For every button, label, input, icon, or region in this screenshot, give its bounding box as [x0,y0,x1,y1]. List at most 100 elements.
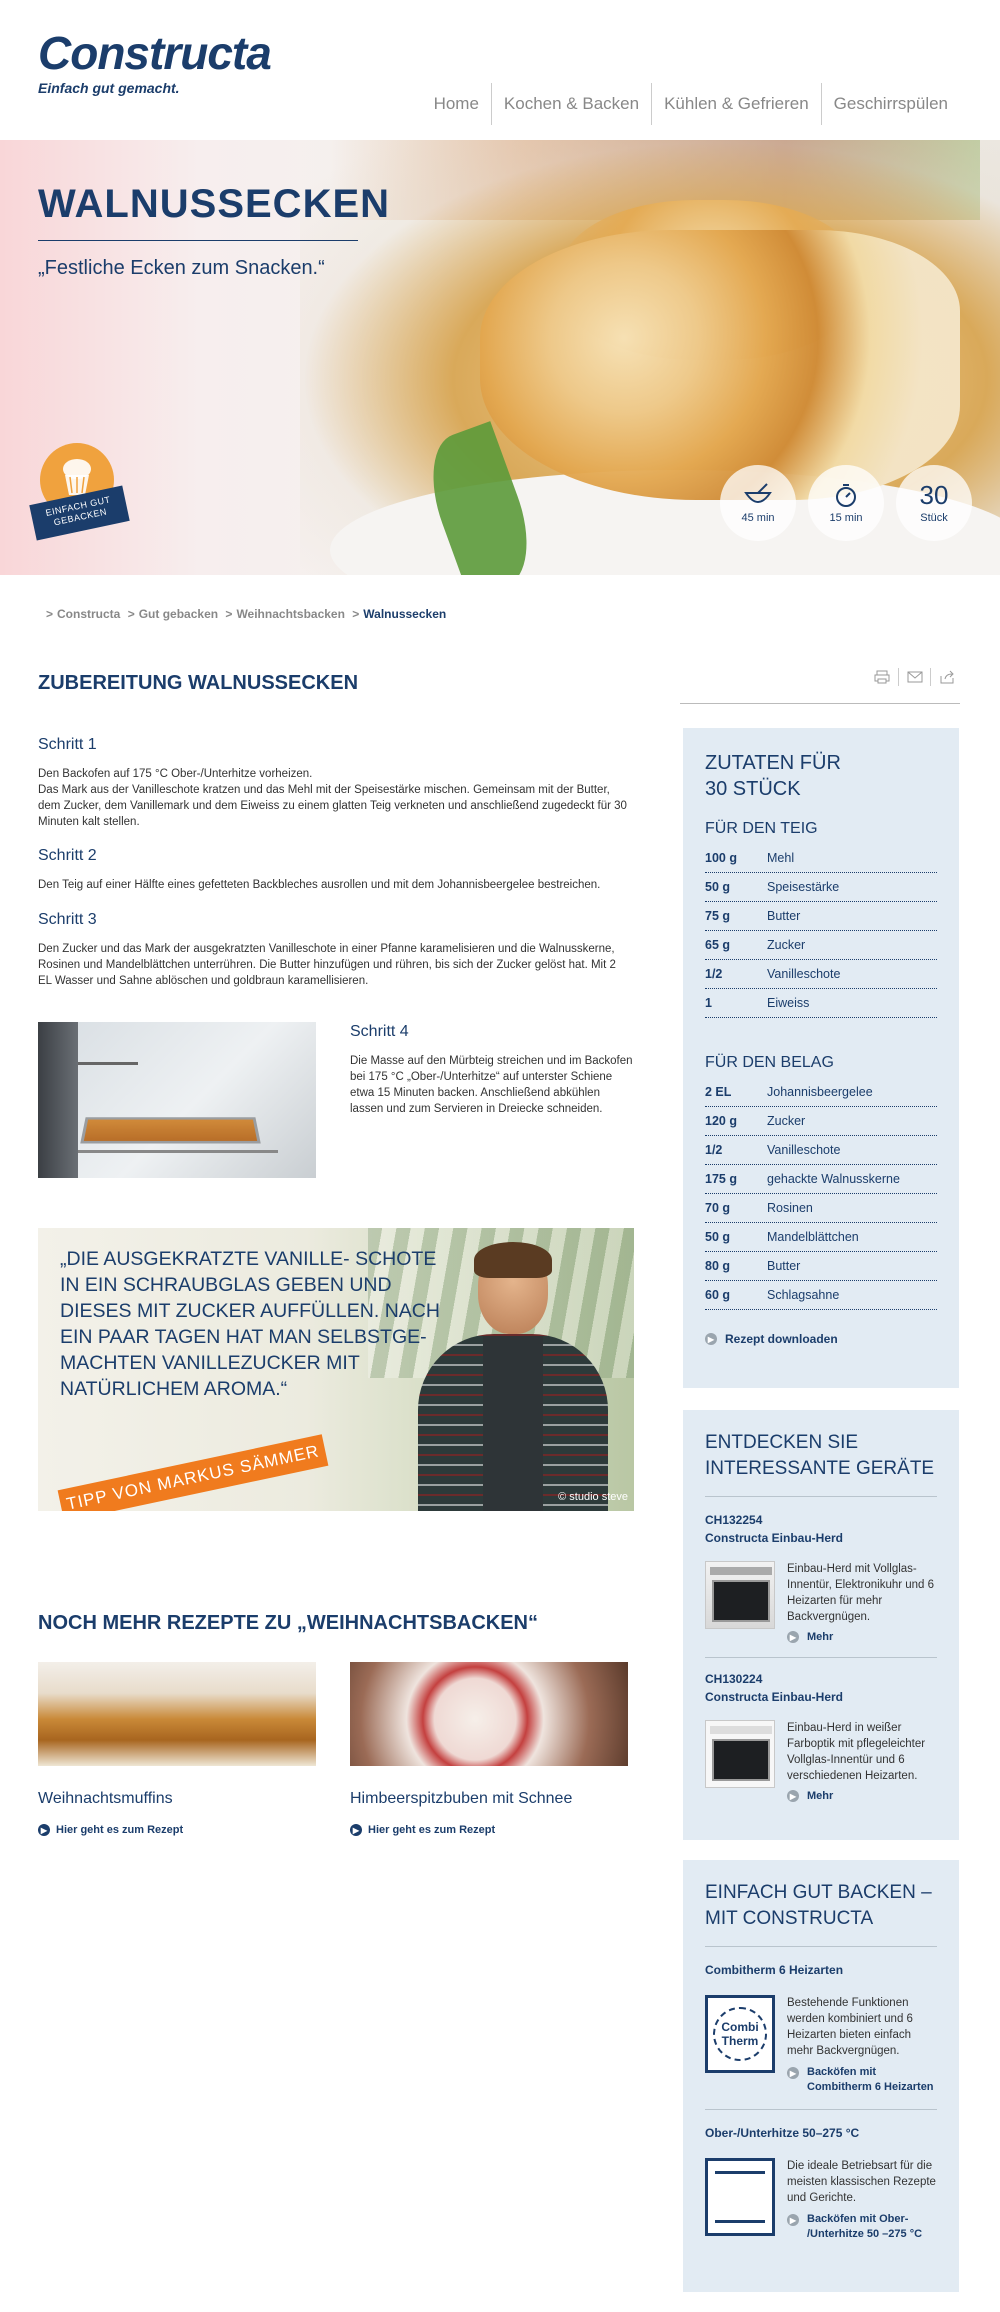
nav-home[interactable]: Home [422,83,491,125]
feature-link-label: Backöfen mit Combitherm 6 Heizarten [807,2066,934,2093]
breadcrumb: > Constructa > Gut gebacken > Weihnachtsbac… [46,607,447,621]
nav-kochen-backen[interactable]: Kochen & Backen [490,83,651,125]
recipe-card-link-label: Hier geht es zum Rezept [368,1824,496,1836]
step-text: Den Backofen auf 175 °C Ober-/Unterhitze… [38,768,627,828]
device-item: CH130224 Constructa Einbau-Herd Einbau-H… [705,1670,937,1802]
breadcrumb-constructa[interactable]: Constructa [57,607,120,621]
bowl-icon [743,482,773,508]
arrow-right-icon: ▶ [787,2214,799,2226]
mail-icon[interactable] [898,668,930,686]
nav-kuehlen-gefrieren[interactable]: Kühlen & Gefrieren [651,83,821,125]
feature-row: Die ideale Betriebsart für die meisten k… [705,2158,937,2242]
feature-link-label: Backöfen mit Ober- /Unterhitze 50 –275 °… [807,2213,923,2240]
ingredients-yield: 30 STÜCK [705,778,801,800]
ingredient-name: Zucker [767,938,806,952]
logo-wordmark: Constructa [38,27,272,79]
recipe-card[interactable]: Weihnachtsmuffins ▶ Hier geht es zum Reze… [38,1662,316,1836]
ingredient-row: 65 g Zucker [705,931,937,960]
heat-lines [715,2169,765,2225]
ingredient-name: gehackte Walnusskerne [767,1172,900,1186]
stat-yield: 30 Stück [896,465,972,541]
recipe-card-link-label: Hier geht es zum Rezept [56,1824,184,1836]
device-description: Einbau-Herd in weißer Farboptik mit pfle… [787,1722,926,1782]
feature-link[interactable]: ▶ Backöfen mit Ober- /Unterhitze 50 –275 … [787,2212,937,2242]
baking-badge: EINFACH GUT GEBACKEN [29,443,130,553]
baking-features-title: EINFACH GUT BACKEN – MIT CONSTRUCTA [705,1882,932,1929]
oven-thumbnail[interactable] [705,1561,775,1629]
step-text: Den Teig auf einer Hälfte eines gefettet… [38,879,601,891]
tip-author-ribbon: TIPP VON MARKUS SÄMMER [57,1434,329,1511]
baking-tray [80,1117,261,1144]
divider [705,1657,937,1658]
ingredient-name: Mandelblättchen [767,1230,859,1244]
ingredient-qty: 50 g [705,1230,731,1244]
share-icon[interactable] [930,668,962,686]
divider [705,1496,937,1497]
ingredient-name: Schlagsahne [767,1288,840,1302]
tip-quote: „DIE AUSGEKRATZTE VANILLE- SCHOTE IN EIN… [60,1248,440,1400]
arrow-right-icon: ▶ [350,1824,362,1836]
combitherm-icon-label: Combi Therm [713,2007,767,2061]
recipe-card-link[interactable]: ▶ Hier geht es zum Rezept [38,1824,316,1836]
print-icon[interactable] [866,668,898,686]
feature-item: Combitherm 6 Heizarten Combi Therm Beste… [705,1961,937,2095]
stat-bake-value: 15 min [829,512,863,524]
ingredient-qty: 70 g [705,1201,731,1215]
stat-yield-unit: Stück [920,512,948,524]
ingredient-row: 1/2 Vanilleschote [705,960,937,989]
device-name[interactable]: Constructa Einbau-Herd [705,1688,937,1706]
ingredient-qty: 1 [705,996,712,1010]
stopwatch-icon [831,482,861,508]
device-description: Einbau-Herd mit Vollglas-Innentür, Elekt… [787,1563,935,1623]
tip-banner: „DIE AUSGEKRATZTE VANILLE- SCHOTE IN EIN… [38,1228,634,1511]
breadcrumb-gut-gebacken[interactable]: Gut gebacken [139,607,218,621]
cupcake-icon [63,459,91,495]
ingredient-row: 175 g gehackte Walnusskerne [705,1165,937,1194]
recipe-card-image[interactable] [350,1662,628,1766]
device-model[interactable]: CH130224 [705,1670,937,1688]
ingredient-group-title: FÜR DEN TEIG [705,820,818,837]
device-model[interactable]: CH132254 [705,1511,937,1529]
recipe-card-image[interactable] [38,1662,316,1766]
device-row: Einbau-Herd mit Vollglas-Innentür, Elekt… [705,1561,937,1643]
step-1: Schritt 1 Den Backofen auf 175 °C Ober-/… [38,736,628,830]
breadcrumb-weihnachtsbacken[interactable]: Weihnachtsbacken [236,607,344,621]
step-3: Schritt 3 Den Zucker und das Mark der au… [38,911,628,989]
ingredient-name: Eiweiss [767,996,810,1010]
ingredient-group-title: FÜR DEN BELAG [705,1054,834,1071]
step-4-image [38,1022,316,1178]
brand-logo[interactable]: Constructa Einfach gut gemacht. [38,27,272,96]
feature-link[interactable]: ▶ Backöfen mit Combitherm 6 Heizarten [787,2065,937,2095]
feature-title: Ober-/Unterhitze 50–275 °C [705,2126,860,2140]
ingredients-title: ZUTATEN FÜR [705,752,841,774]
download-recipe-link[interactable]: ▶ Rezept downloaden [705,1332,937,1346]
step-title: Schritt 4 [350,1023,409,1040]
ingredient-row: 50 g Mandelblättchen [705,1223,937,1252]
hero-cake-piece [480,230,960,500]
nav-geschirrspuelen[interactable]: Geschirrspülen [820,83,960,125]
step-4: Schritt 4 Die Masse auf den Mürbteig str… [350,1023,635,1117]
device-name[interactable]: Constructa Einbau-Herd [705,1529,937,1547]
page-title: WALNUSSECKEN [38,182,391,226]
recipe-card[interactable]: Himbeerspitzbuben mit Schnee ▶ Hier geht … [350,1662,628,1836]
arrow-right-icon: ▶ [38,1824,50,1836]
ingredient-name: Rosinen [767,1201,813,1215]
top-bottom-heat-icon [705,2158,775,2236]
arrow-right-icon: ▶ [787,1631,799,1643]
divider [705,1946,937,1947]
device-more-link[interactable]: ▶ Mehr [787,1790,937,1802]
recipe-card-title[interactable]: Weihnachtsmuffins [38,1790,316,1808]
ingredient-qty: 50 g [705,880,731,894]
more-recipes-heading: NOCH MEHR REZEPTE ZU „WEIHNACHTSBACKEN“ [38,1612,538,1634]
photo-credit: © studio steve [558,1491,628,1503]
recipe-card-link[interactable]: ▶ Hier geht es zum Rezept [350,1824,628,1836]
recipe-card-title[interactable]: Himbeerspitzbuben mit Schnee [350,1790,628,1808]
feature-row: Combi Therm Bestehende Funktionen werden… [705,1995,937,2095]
oven-thumbnail[interactable] [705,1720,775,1788]
step-title: Schritt 2 [38,847,97,864]
stat-bake-time: 15 min [808,465,884,541]
main-nav: Home Kochen & Backen Kühlen & Gefrieren … [422,82,960,126]
device-more-link[interactable]: ▶ Mehr [787,1631,937,1643]
ingredient-name: Zucker [767,1114,806,1128]
devices-title: ENTDECKEN SIE INTERESSANTE GERÄTE [705,1432,935,1479]
